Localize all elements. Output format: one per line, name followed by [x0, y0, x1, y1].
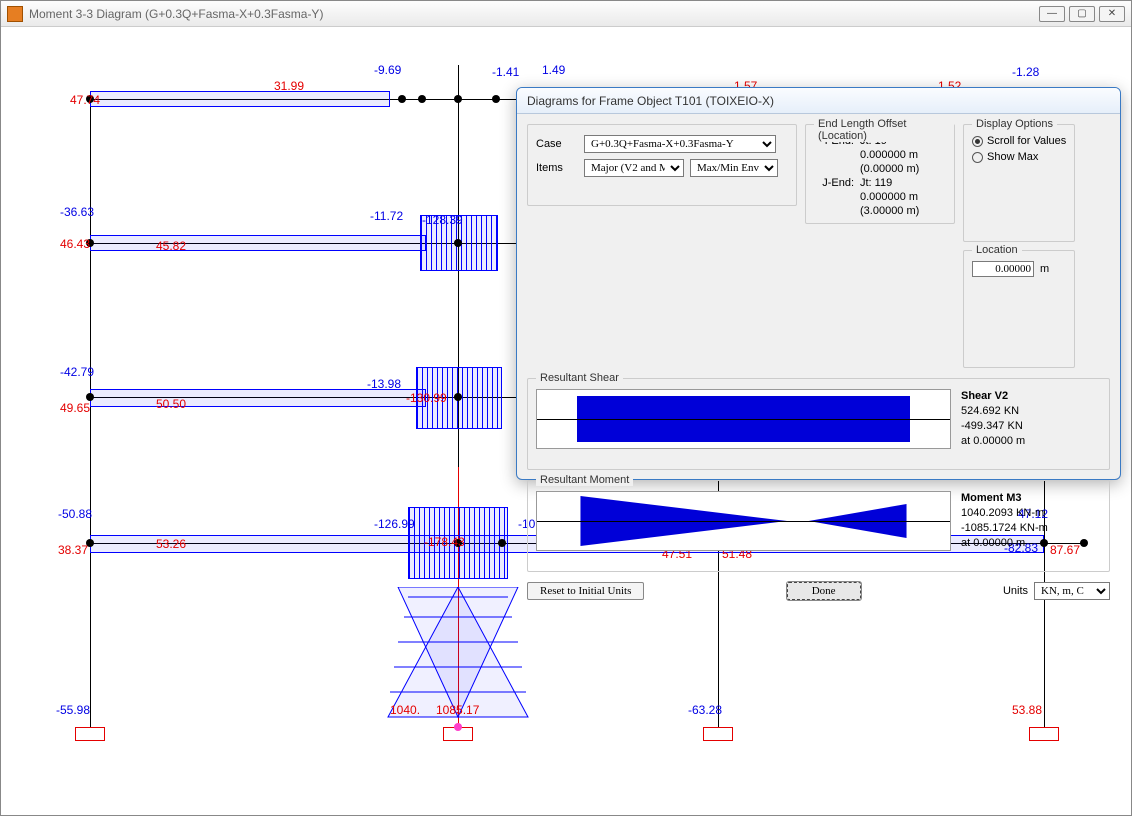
diagram-value-label: -63.28 [688, 703, 722, 717]
minimize-button[interactable]: — [1039, 6, 1065, 22]
diagram-value-label: -13.98 [367, 377, 401, 391]
diagram-value-label: 31.99 [274, 79, 304, 93]
units-label: Units [1003, 585, 1028, 597]
location-input[interactable] [972, 261, 1034, 277]
diagram-value-label: 53.88 [1012, 703, 1042, 717]
diagram-value-label: -1.41 [492, 65, 519, 79]
j-end-label: J-End: [814, 177, 854, 189]
shear-plot[interactable] [536, 389, 951, 449]
frame-diagram-dialog[interactable]: Diagrams for Frame Object T101 (TOIXEIO-… [516, 87, 1121, 480]
diagram-value-label: 1085.17 [436, 703, 479, 717]
radio-show-max[interactable]: Show Max [972, 151, 1066, 163]
diagram-value-label: -1.28 [1012, 65, 1039, 79]
moment-values: Moment M3 1040.2093 KN-m -1085.1724 KN-m… [961, 491, 1101, 565]
case-group: Case G+0.3Q+Fasma-X+0.3Fasma-Y Items Maj… [527, 124, 797, 206]
diagram-value-label: -55.98 [56, 703, 90, 717]
diagram-value-label: -178.43 [424, 535, 465, 549]
items-select[interactable]: Major (V2 and M3) [584, 159, 684, 177]
diagram-value-label: 46.43 [60, 237, 90, 251]
envelope-select[interactable]: Max/Min Env [690, 159, 778, 177]
end-offset-group: End Length Offset (Location) I-End:Jt: 1… [805, 124, 955, 224]
diagram-value-label: -11.72 [370, 209, 403, 223]
diagram-value-label: -42.79 [60, 365, 94, 379]
resultant-shear-group: Resultant Shear Shear V2 524.692 KN -499… [527, 378, 1110, 470]
diagram-value-label: -50.88 [58, 507, 92, 521]
diagram-value-label: -9.69 [374, 63, 401, 77]
diagram-value-label: 45.82 [156, 239, 186, 253]
diagram-value-label: 1.49 [542, 63, 565, 77]
display-options-group: Display Options Scroll for Values Show M… [963, 124, 1075, 242]
main-window-titlebar: Moment 3-3 Diagram (G+0.3Q+Fasma-X+0.3Fa… [1, 1, 1131, 27]
window-title: Moment 3-3 Diagram (G+0.3Q+Fasma-X+0.3Fa… [29, 7, 1039, 21]
case-select[interactable]: G+0.3Q+Fasma-X+0.3Fasma-Y [584, 135, 776, 153]
close-button[interactable]: ✕ [1099, 6, 1125, 22]
diagram-value-label: 53.26 [156, 537, 186, 551]
shear-values: Shear V2 524.692 KN -499.347 KN at 0.000… [961, 389, 1101, 463]
diagram-value-label: -36.63 [60, 205, 94, 219]
diagram-value-label: -130.99 [406, 391, 447, 405]
reset-units-button[interactable]: Reset to Initial Units [527, 582, 644, 600]
radio-scroll-values[interactable]: Scroll for Values [972, 135, 1066, 147]
location-group: Location m [963, 250, 1075, 368]
diagram-value-label: 50.50 [156, 397, 186, 411]
diagram-value-label: 49.65 [60, 401, 90, 415]
diagram-value-label: 38.37 [58, 543, 88, 557]
case-label: Case [536, 138, 578, 150]
diagram-value-label: -128.39 [422, 213, 463, 227]
app-icon [7, 6, 23, 22]
items-label: Items [536, 162, 578, 174]
maximize-button[interactable]: ▢ [1069, 6, 1095, 22]
done-button[interactable]: Done [787, 582, 861, 600]
diagram-value-label: 1040. [390, 703, 420, 717]
diagram-value-label: 47.74 [70, 93, 100, 107]
units-select[interactable]: KN, m, C [1034, 582, 1110, 600]
diagram-value-label: -126.99 [374, 517, 415, 531]
dialog-title[interactable]: Diagrams for Frame Object T101 (TOIXEIO-… [517, 88, 1120, 114]
moment-plot[interactable] [536, 491, 951, 551]
resultant-moment-group: Resultant Moment Moment M3 1040.2093 KN-… [527, 480, 1110, 572]
